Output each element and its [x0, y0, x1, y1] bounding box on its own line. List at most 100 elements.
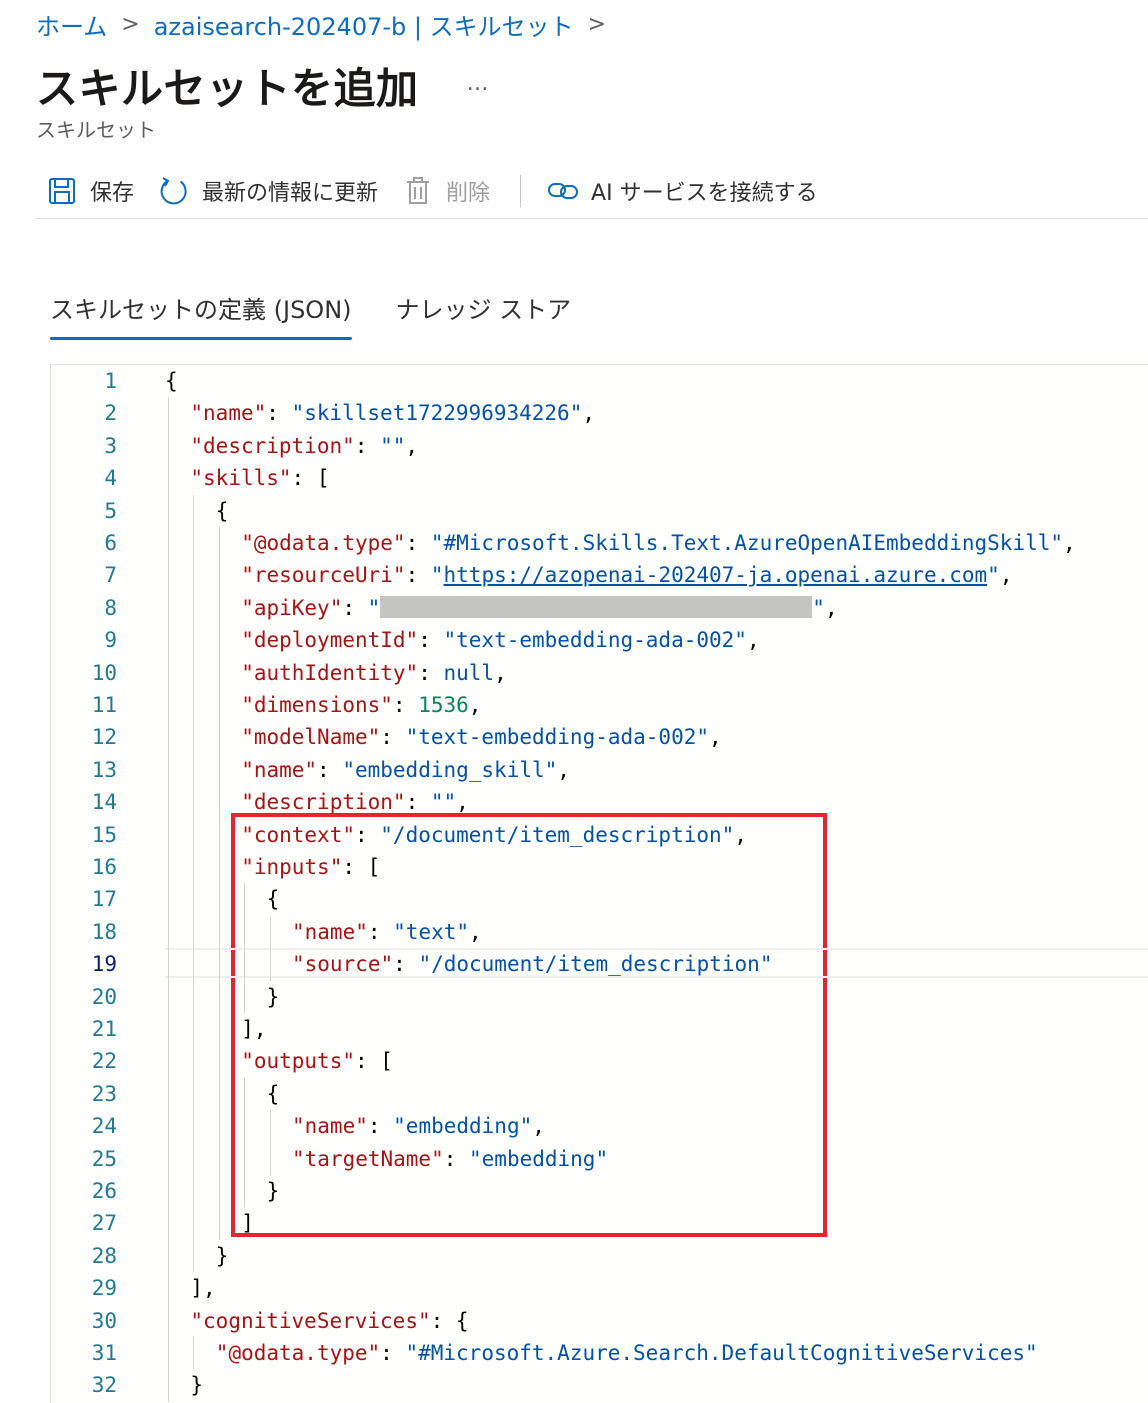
json-token: 1536: [418, 693, 469, 717]
code-line[interactable]: 9 "deploymentId": "text-embedding-ada-002…: [51, 624, 1148, 656]
line-number: 5: [104, 498, 117, 523]
breadcrumb-home-link[interactable]: ホーム: [36, 7, 107, 42]
code-text: "skills": [: [190, 462, 329, 494]
code-line[interactable]: 14 "description": "",: [51, 786, 1148, 818]
json-token: "/document/item_description": [380, 822, 735, 847]
json-token: }: [190, 1373, 204, 1398]
code-line[interactable]: 13 "name": "embedding_skill",: [51, 754, 1148, 786]
refresh-button[interactable]: 最新の情報に更新: [146, 169, 390, 213]
json-token: :: [405, 790, 431, 815]
code-line[interactable]: 27]: [51, 1207, 1148, 1239]
json-code-editor[interactable]: 1{2 "name": "skillset1722996934226", 3 "des…: [50, 364, 1148, 1403]
code-line[interactable]: 32}: [51, 1369, 1148, 1401]
indent-guide: [269, 915, 271, 981]
code-text: }: [267, 1175, 280, 1207]
code-text: "@odata.type": "#Microsoft.Skills.Text.A…: [241, 527, 1075, 559]
code-line[interactable]: 16 "inputs": [: [51, 851, 1148, 883]
code-line[interactable]: 22 "outputs": [: [51, 1045, 1148, 1077]
json-token: :: [367, 919, 394, 944]
line-number: 11: [91, 693, 117, 717]
json-key: "outputs": [241, 1049, 355, 1074]
code-line[interactable]: 17 {: [51, 883, 1148, 915]
indent-guide: [244, 1077, 246, 1208]
json-key: "name": [190, 401, 267, 426]
code-text: ],: [190, 1272, 215, 1304]
json-token: : {: [430, 1308, 469, 1333]
code-line[interactable]: 1{: [51, 365, 1148, 397]
json-token: "": [380, 433, 406, 458]
json-token: ,: [999, 563, 1013, 588]
breadcrumb-current-link[interactable]: azaisearch-202407-b | スキルセット: [154, 7, 574, 42]
redacted-api-key: [380, 595, 813, 618]
json-key: "source": [292, 952, 394, 977]
code-text: "description": "",: [190, 430, 418, 462]
code-line[interactable]: 19 "source": "/document/item_description": [51, 948, 1148, 980]
code-text: ],: [241, 1013, 266, 1045]
line-number: 9: [104, 628, 117, 653]
json-key: "description": [241, 790, 406, 815]
more-options-icon[interactable]: …: [467, 71, 491, 96]
code-line[interactable]: 8 "apiKey": " ",: [51, 592, 1148, 624]
code-line[interactable]: 4 "skills": [: [51, 462, 1148, 494]
json-token: "/document/item_description": [418, 952, 773, 977]
json-token: }: [215, 1243, 229, 1268]
code-line[interactable]: 25 "targetName": "embedding": [51, 1143, 1148, 1175]
save-button[interactable]: 保存: [36, 169, 146, 213]
json-token: ": [812, 595, 825, 620]
json-token: ]: [241, 1211, 254, 1236]
delete-button[interactable]: 削除: [390, 169, 502, 213]
breadcrumb-separator-icon: >: [121, 11, 140, 37]
json-token: ,: [1063, 531, 1076, 555]
json-key: "name": [292, 1114, 368, 1139]
code-text: "name": "embedding",: [292, 1110, 545, 1142]
json-token: "embedding": [469, 1146, 609, 1171]
code-line[interactable]: 3 "description": "",: [51, 430, 1148, 462]
code-text: {: [267, 883, 280, 915]
code-text: "name": "text",: [292, 916, 482, 948]
code-line[interactable]: 18 "name": "text",: [51, 916, 1148, 948]
code-text: }: [216, 1240, 229, 1272]
code-text: ]: [241, 1207, 254, 1239]
tab-knowledge-store[interactable]: ナレッジ ストア: [396, 290, 572, 340]
line-number: 13: [91, 757, 117, 782]
code-line[interactable]: 20}: [51, 981, 1148, 1013]
json-key: "name": [241, 757, 318, 782]
code-text: {: [216, 495, 229, 527]
connect-ai-services-button[interactable]: AI サービスを接続する: [535, 169, 830, 213]
code-line[interactable]: 15 "context": "/document/item_description…: [51, 819, 1148, 851]
json-key: "targetName": [292, 1146, 444, 1171]
code-line[interactable]: 26}: [51, 1175, 1148, 1207]
code-line[interactable]: 11 "dimensions": 1536,: [51, 689, 1148, 721]
json-key: "apiKey": [241, 595, 343, 620]
code-text: "modelName": "text-embedding-ada-002",: [241, 721, 721, 753]
code-line[interactable]: 30 "cognitiveServices": {: [51, 1305, 1148, 1337]
code-line[interactable]: 28}: [51, 1240, 1148, 1272]
json-url-link[interactable]: https://azopenai-202407-ja.openai.azure.…: [444, 563, 988, 587]
code-line[interactable]: 2 "name": "skillset1722996934226",: [51, 397, 1148, 429]
code-text: "targetName": "embedding": [292, 1143, 608, 1175]
code-text: {: [165, 365, 178, 397]
json-token: "#Microsoft.Azure.Search.DefaultCognitiv…: [405, 1341, 1038, 1365]
code-line[interactable]: 10 "authIdentity": null,: [51, 657, 1148, 689]
tab-skillset-definition-json[interactable]: スキルセットの定義 (JSON): [50, 290, 352, 340]
json-token: {: [165, 369, 178, 393]
code-text: "context": "/document/item_description",: [241, 819, 747, 851]
json-token: ,: [746, 628, 760, 653]
code-line[interactable]: 31 "@odata.type": "#Microsoft.Azure.Searc…: [51, 1337, 1148, 1369]
code-line[interactable]: 7 "resourceUri": "https://azopenai-202407…: [51, 559, 1148, 591]
json-token: : [: [291, 466, 330, 491]
code-line[interactable]: 24 "name": "embedding",: [51, 1110, 1148, 1142]
code-line[interactable]: 12 "modelName": "text-embedding-ada-002",: [51, 721, 1148, 753]
code-line[interactable]: 21],: [51, 1013, 1148, 1045]
code-line[interactable]: 29],: [51, 1272, 1148, 1304]
code-line[interactable]: 5{: [51, 495, 1148, 527]
line-number: 30: [91, 1308, 117, 1333]
code-line[interactable]: 23 {: [51, 1078, 1148, 1110]
json-token: :: [393, 952, 419, 977]
line-number: 21: [91, 1017, 117, 1041]
code-text: "source": "/document/item_description": [292, 948, 772, 980]
code-text: "@odata.type": "#Microsoft.Azure.Search.…: [216, 1337, 1038, 1369]
json-token: ,: [405, 433, 419, 458]
code-line[interactable]: 6 "@odata.type": "#Microsoft.Skills.Text.…: [51, 527, 1148, 559]
json-token: :: [354, 433, 381, 458]
